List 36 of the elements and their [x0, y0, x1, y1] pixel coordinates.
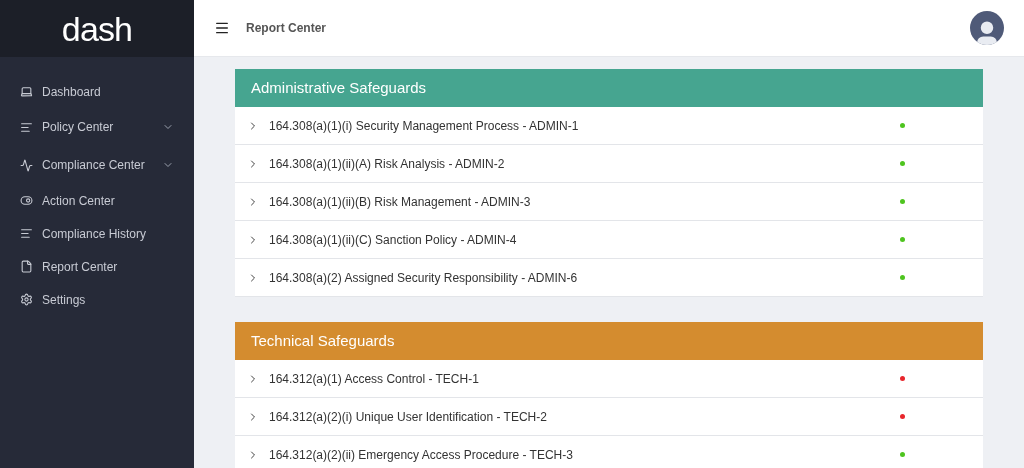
sidebar-item[interactable]: Compliance Center: [0, 146, 194, 184]
sidebar-item[interactable]: Settings: [0, 283, 194, 316]
avatar-icon[interactable]: [970, 11, 1004, 45]
settings-icon: [20, 293, 33, 306]
safeguard-row[interactable]: 164.308(a)(1)(ii)(A) Risk Analysis - ADMIN-2: [235, 145, 983, 183]
document-icon: [20, 260, 33, 273]
sidebar-item[interactable]: Report Center: [0, 250, 194, 283]
safeguard-label: 164.308(a)(2) Assigned Security Responsibility - ADMIN-6: [269, 269, 579, 287]
sidebar-item[interactable]: Action Center: [0, 184, 194, 217]
section-header: Technical Safeguards: [235, 322, 983, 360]
lines-icon: [20, 120, 33, 134]
section-header: Administrative Safeguards: [235, 69, 983, 107]
safeguard-row[interactable]: 164.312(a)(2)(ii) Emergency Access Procedure - TECH-3: [235, 436, 983, 468]
safeguard-label: 164.308(a)(1)(ii)(A) Risk Analysis - ADMIN-2: [269, 155, 506, 173]
safeguard-row[interactable]: 164.312(a)(2)(i) Unique User Identification - TECH-2: [235, 398, 983, 436]
page-title: Report Center: [246, 20, 326, 37]
safeguard-label: 164.312(a)(1) Access Control - TECH-1: [269, 370, 480, 388]
laptop-icon: [20, 85, 33, 98]
safeguard-label: 164.308(a)(1)(ii)(B) Risk Management - ADMIN-3: [269, 193, 532, 211]
safeguard-row[interactable]: 164.308(a)(1)(ii)(C) Sanction Policy - ADMIN-4: [235, 221, 983, 259]
safeguard-label: 164.308(a)(1)(i) Security Management Process - ADMIN-1: [269, 117, 580, 135]
safeguard-row[interactable]: 164.308(a)(1)(ii)(B) Risk Management - ADMIN-3: [235, 183, 983, 221]
logo: dash: [61, 11, 133, 46]
safeguard-label: 164.312(a)(2)(ii) Emergency Access Procedure - TECH-3: [269, 446, 574, 464]
sidebar-item[interactable]: Policy Center: [0, 108, 194, 146]
safeguard-label: 164.312(a)(2)(i) Unique User Identification - TECH-2: [269, 408, 548, 426]
sidebar-item[interactable]: Compliance History: [0, 217, 194, 250]
menu-button[interactable]: [214, 20, 230, 36]
safeguard-row[interactable]: 164.308(a)(1)(i) Security Management Process - ADMIN-1: [235, 107, 983, 145]
lines-icon: [20, 227, 33, 240]
sidebar-item[interactable]: Dashboard: [0, 75, 194, 108]
safeguard-row[interactable]: 164.312(a)(1) Access Control - TECH-1: [235, 360, 983, 398]
safeguard-label: 164.308(a)(1)(ii)(C) Sanction Policy - ADMIN-4: [269, 231, 518, 249]
toggle-icon: [20, 194, 33, 207]
pulse-icon: [20, 158, 33, 172]
safeguard-row[interactable]: 164.308(a)(2) Assigned Security Responsibility - ADMIN-6: [235, 259, 983, 297]
